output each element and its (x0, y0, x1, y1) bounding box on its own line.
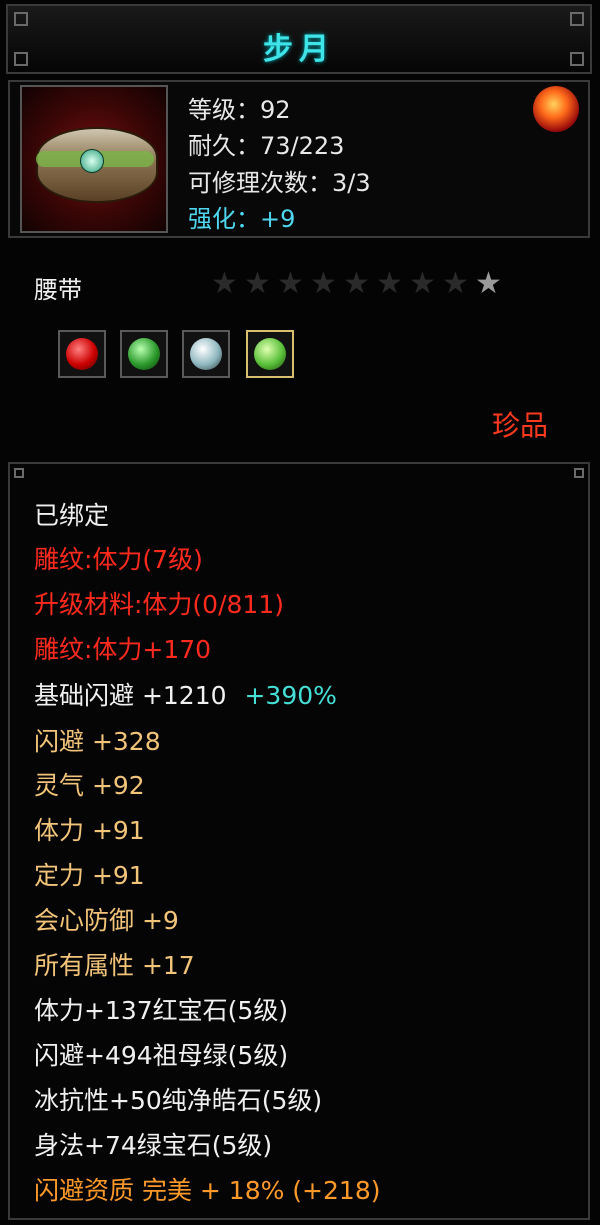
stamina-stat: 体力 +91 (34, 816, 145, 845)
frame-corner (574, 468, 584, 478)
waist-belt-icon (20, 85, 168, 233)
base-dodge-percent: +390% (244, 681, 337, 710)
spirit-stat: 灵气 +92 (34, 771, 145, 800)
item-durability: 耐久：73/223 (188, 132, 345, 160)
star-empty-icon: ★ (211, 266, 242, 301)
emerald-gem-icon[interactable] (246, 330, 294, 378)
bound-status: 已绑定 (34, 501, 110, 530)
item-tooltip-panel: 步月 等级：92 耐久：73/223 可修理次数：3/3 强化：+9 腰带 ★★… (0, 0, 600, 1225)
diamond-gem-icon[interactable] (182, 330, 230, 378)
title-bar: 步月 (6, 4, 592, 74)
star-empty-icon: ★ (376, 266, 407, 301)
star-empty-icon: ★ (277, 266, 308, 301)
gem-core (128, 338, 160, 370)
star-empty-icon: ★ (442, 266, 473, 301)
frame-corner (14, 468, 24, 478)
dodge-quality: 闪避资质 完美 + 18% (+218) (34, 1176, 381, 1205)
belt-gem (80, 149, 104, 173)
base-dodge: 基础闪避 +1210 +390% (34, 676, 337, 712)
item-refine-level: 强化：+9 (188, 205, 296, 233)
gem-bonus-green: 身法+74绿宝石(5级) (34, 1131, 273, 1160)
star-empty-icon: ★ (409, 266, 440, 301)
star-rating: ★★★★★★★★★ (210, 266, 507, 301)
star-empty-icon: ★ (244, 266, 275, 301)
base-dodge-value: 基础闪避 +1210 (34, 681, 227, 710)
gem-bonus-ruby: 体力+137红宝石(5级) (34, 996, 289, 1025)
ruby-gem-icon[interactable] (58, 330, 106, 378)
all-attributes-stat: 所有属性 +17 (34, 951, 195, 980)
star-empty-icon: ★ (343, 266, 374, 301)
gem-bonus-emerald: 闪避+494祖母绿(5级) (34, 1041, 289, 1070)
rarity-label: 珍品 (492, 409, 549, 442)
dodge-stat: 闪避 +328 (34, 727, 161, 756)
crit-defense-stat: 会心防御 +9 (34, 906, 179, 935)
upgrade-material: 升级材料:体力(0/811) (34, 590, 284, 619)
star-empty-icon: ★ (310, 266, 341, 301)
gem-bonus-diamond: 冰抗性+50纯净皓石(5级) (34, 1086, 323, 1115)
item-level: 等级：92 (188, 96, 291, 124)
item-type: 腰带 (34, 276, 82, 304)
jade-ring-gem-icon[interactable] (120, 330, 168, 378)
item-name: 步月 (263, 32, 335, 67)
gem-core (190, 338, 222, 370)
dragon-emblem-icon (533, 86, 579, 132)
engrave-bonus: 雕纹:体力+170 (34, 635, 212, 664)
gem-core (66, 338, 98, 370)
gem-core (254, 338, 286, 370)
star-filled-icon: ★ (475, 266, 506, 301)
engrave-level: 雕纹:体力(7级) (34, 545, 203, 574)
focus-stat: 定力 +91 (34, 861, 145, 890)
item-repair-count: 可修理次数：3/3 (188, 169, 371, 197)
